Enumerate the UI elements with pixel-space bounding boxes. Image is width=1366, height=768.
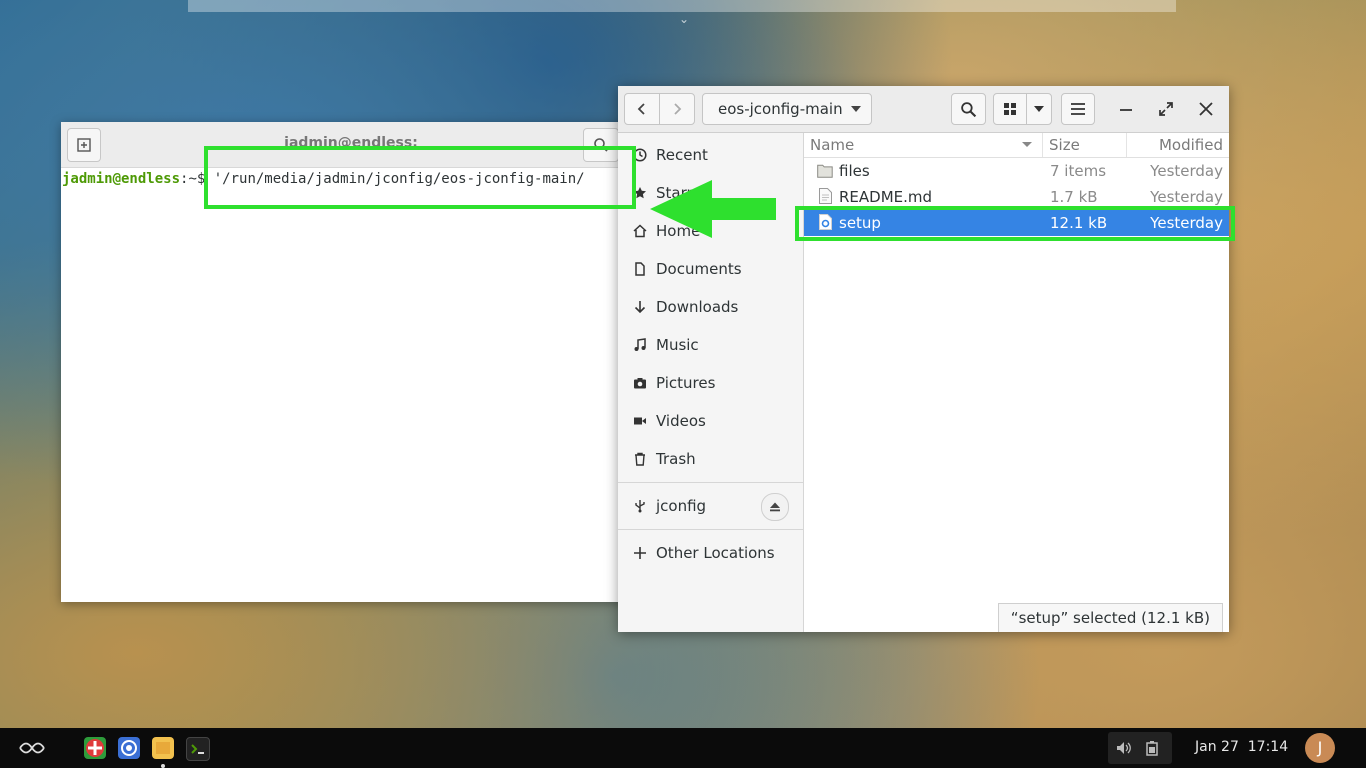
dropdown-arrow-icon bbox=[1034, 105, 1044, 112]
browser-icon[interactable] bbox=[118, 737, 140, 759]
file-size: 7 items bbox=[1050, 162, 1107, 180]
download-arrow-icon bbox=[632, 299, 648, 315]
sidebar-item-downloads[interactable]: Downloads bbox=[618, 288, 803, 326]
taskbar: Jan 27 17:14 J bbox=[0, 728, 1366, 768]
text-file-icon bbox=[819, 188, 832, 204]
sidebar-item-label: Trash bbox=[656, 450, 696, 468]
sidebar-item-label: Pictures bbox=[656, 374, 716, 392]
terminal-app-icon[interactable] bbox=[186, 737, 210, 761]
music-note-icon bbox=[632, 337, 648, 353]
column-divider bbox=[1042, 133, 1043, 157]
file-modified: Yesterday bbox=[1150, 188, 1223, 206]
maximize-icon bbox=[1159, 102, 1173, 116]
menu-button[interactable] bbox=[1061, 93, 1095, 125]
back-button[interactable] bbox=[624, 93, 660, 125]
sidebar-item-label: Other Locations bbox=[656, 544, 775, 562]
volume-icon bbox=[1117, 742, 1131, 754]
video-camera-icon bbox=[632, 413, 648, 429]
column-header-size[interactable]: Size bbox=[1049, 136, 1080, 154]
hamburger-menu-icon bbox=[1071, 103, 1085, 115]
close-button[interactable] bbox=[1190, 93, 1222, 125]
sidebar-item-label: Recent bbox=[656, 146, 708, 164]
sidebar-item-label: Downloads bbox=[656, 298, 739, 316]
sort-arrow-icon bbox=[1022, 142, 1032, 147]
file-modified: Yesterday bbox=[1150, 162, 1223, 180]
highlight-box-setup bbox=[795, 206, 1235, 241]
view-grid-button[interactable] bbox=[993, 93, 1027, 125]
file-size: 1.7 kB bbox=[1050, 188, 1098, 206]
usb-icon bbox=[632, 498, 648, 514]
chevron-right-icon bbox=[674, 103, 682, 115]
trash-icon bbox=[632, 451, 648, 467]
chevron-down-icon[interactable]: ⌄ bbox=[676, 12, 692, 26]
column-header-name[interactable]: Name bbox=[810, 136, 854, 154]
sidebar-separator bbox=[618, 529, 803, 530]
close-icon bbox=[1199, 102, 1213, 116]
eject-icon bbox=[770, 502, 780, 512]
green-arrow-annotation bbox=[650, 180, 776, 238]
column-divider bbox=[1126, 133, 1127, 157]
sidebar-item-label: Music bbox=[656, 336, 699, 354]
clock-time: 17:14 bbox=[1247, 739, 1289, 755]
file-row-files[interactable]: files 7 items Yesterday bbox=[804, 158, 1229, 184]
selection-status: “setup” selected (12.1 kB) bbox=[997, 603, 1223, 632]
eject-button[interactable] bbox=[761, 493, 789, 521]
highlight-box-command bbox=[204, 146, 636, 209]
grid-icon bbox=[1004, 103, 1016, 115]
maximize-button[interactable] bbox=[1150, 93, 1182, 125]
app-center-icon[interactable] bbox=[84, 737, 106, 759]
chevron-left-icon bbox=[637, 103, 645, 115]
forward-button[interactable] bbox=[659, 93, 695, 125]
minimize-button[interactable] bbox=[1110, 93, 1142, 125]
minimize-icon bbox=[1120, 109, 1132, 111]
sidebar-item-label: Videos bbox=[656, 412, 706, 430]
endless-logo-icon[interactable] bbox=[17, 740, 47, 756]
camera-icon bbox=[632, 375, 648, 391]
search-button[interactable] bbox=[951, 93, 986, 125]
path-bar-button[interactable]: eos-jconfig-main bbox=[702, 93, 872, 125]
sidebar-item-label: jconfig bbox=[656, 497, 707, 515]
document-icon bbox=[632, 261, 648, 277]
view-options-button[interactable] bbox=[1026, 93, 1052, 125]
search-icon bbox=[961, 101, 977, 117]
file-name: files bbox=[839, 162, 870, 180]
files-running-indicator bbox=[161, 764, 165, 768]
sidebar-item-music[interactable]: Music bbox=[618, 326, 803, 364]
user-avatar[interactable]: J bbox=[1305, 733, 1335, 763]
plus-icon bbox=[632, 545, 648, 561]
system-tray[interactable] bbox=[1108, 732, 1172, 764]
dropdown-arrow-icon bbox=[851, 106, 861, 112]
file-name: README.md bbox=[839, 188, 933, 206]
top-panel-strip bbox=[188, 0, 1176, 12]
sidebar-item-other-locations[interactable]: Other Locations bbox=[618, 534, 803, 572]
path-bar-label: eos-jconfig-main bbox=[718, 100, 843, 118]
home-icon bbox=[632, 223, 648, 239]
sidebar-item-documents[interactable]: Documents bbox=[618, 250, 803, 288]
sidebar-separator bbox=[618, 482, 803, 483]
sidebar-item-pictures[interactable]: Pictures bbox=[618, 364, 803, 402]
sidebar-item-jconfig[interactable]: jconfig bbox=[618, 487, 803, 525]
battery-icon bbox=[1146, 741, 1158, 756]
file-list-header: Name Size Modified bbox=[804, 133, 1229, 158]
clock[interactable]: Jan 27 17:14 bbox=[1195, 739, 1288, 755]
files-app-icon[interactable] bbox=[152, 737, 174, 759]
clock-date: Jan 27 bbox=[1195, 739, 1239, 755]
files-window[interactable]: eos-jconfig-main Recent Starred Home Doc… bbox=[618, 86, 1229, 632]
folder-icon bbox=[817, 164, 833, 178]
column-header-modified[interactable]: Modified bbox=[1159, 136, 1223, 154]
sidebar-item-recent[interactable]: Recent bbox=[618, 136, 803, 174]
prompt-user: jadmin@endless bbox=[62, 171, 181, 187]
sidebar-item-videos[interactable]: Videos bbox=[618, 402, 803, 440]
sidebar-item-label: Documents bbox=[656, 260, 742, 278]
files-headerbar: eos-jconfig-main bbox=[618, 86, 1229, 133]
sidebar-item-trash[interactable]: Trash bbox=[618, 440, 803, 478]
